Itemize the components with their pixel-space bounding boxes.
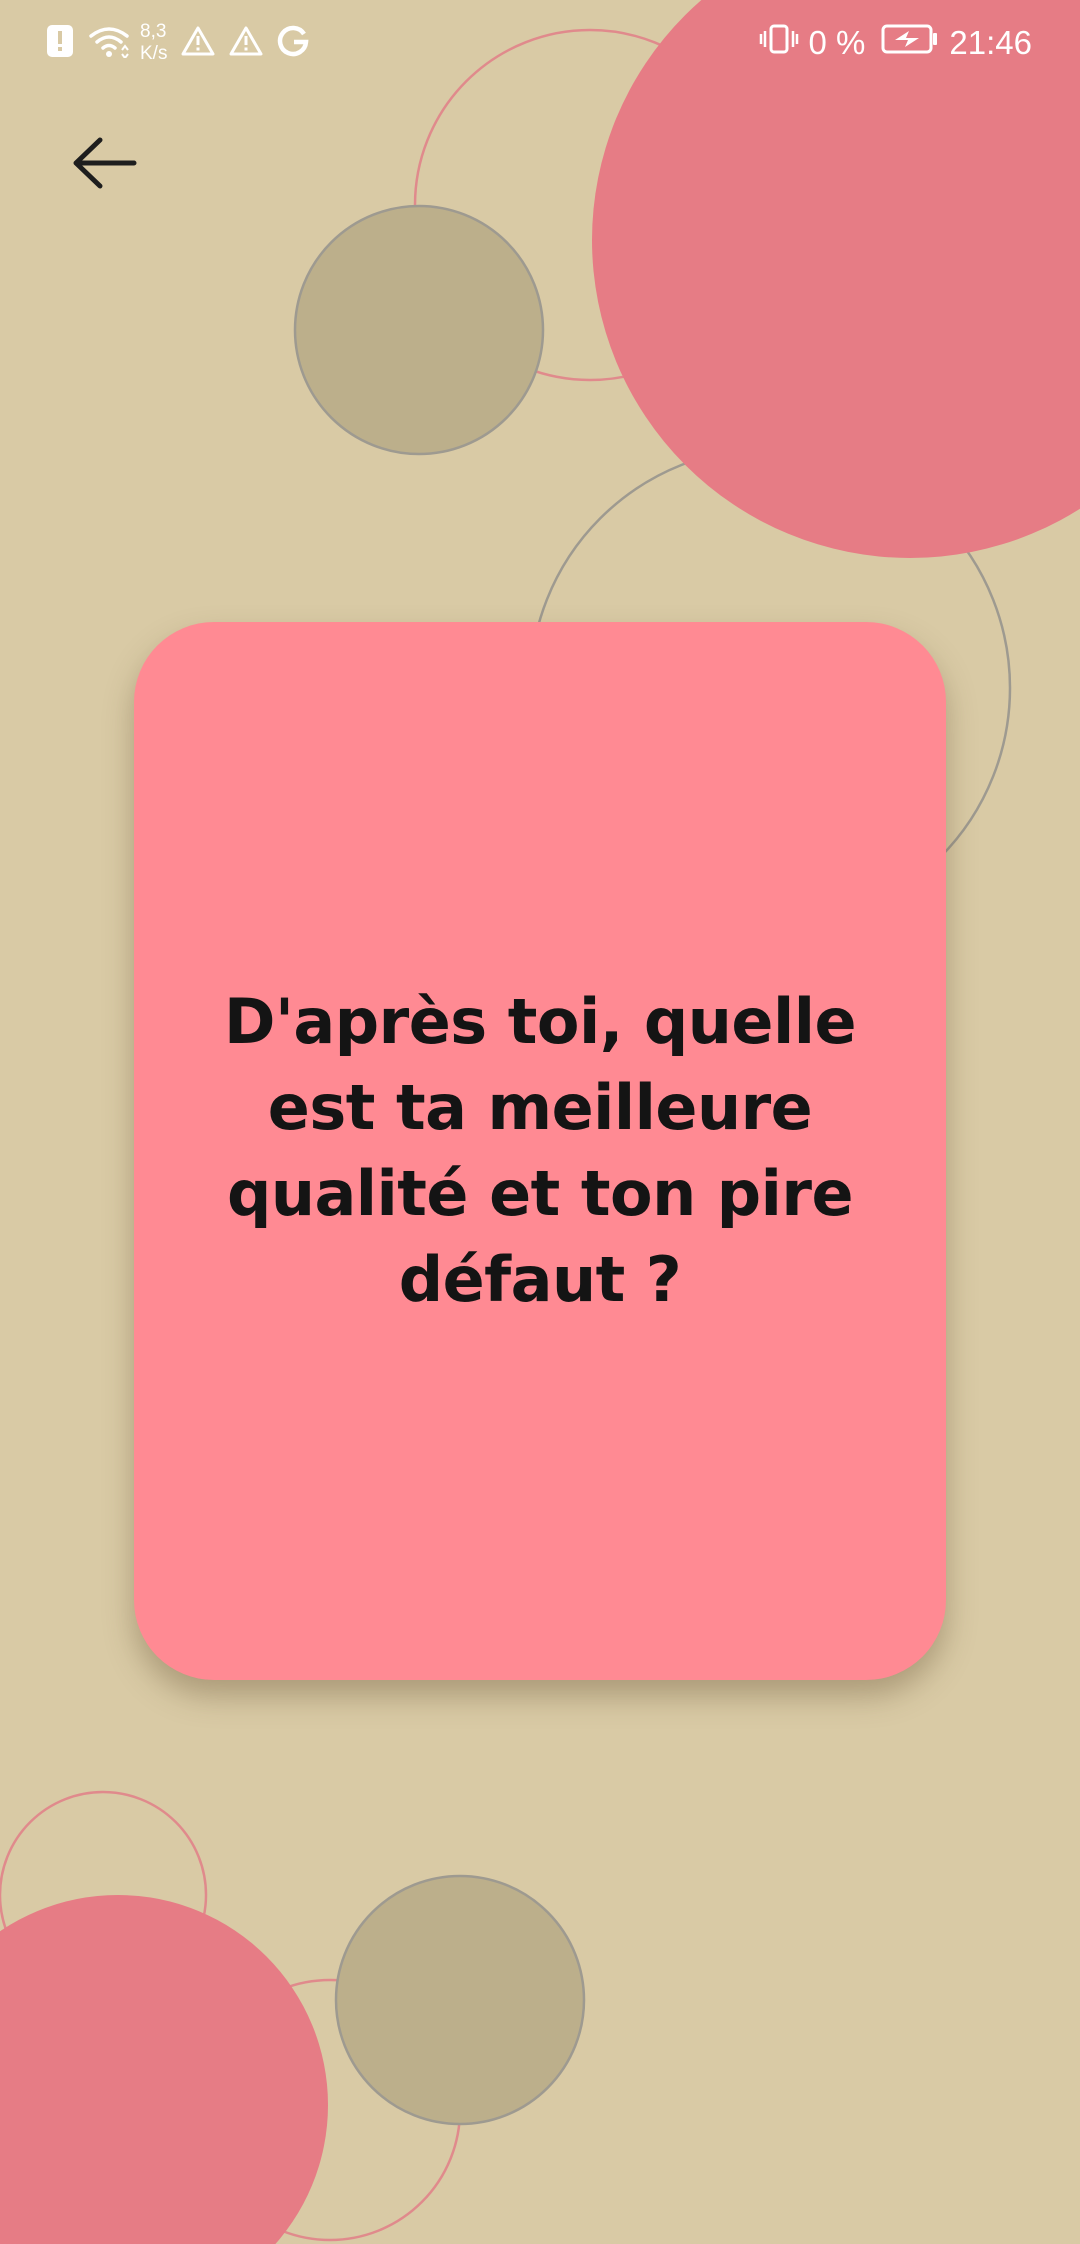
battery-charging-icon xyxy=(881,24,939,62)
back-button[interactable] xyxy=(60,125,150,205)
pink-circle-bottom-left xyxy=(0,1895,328,2244)
status-left-group: 8,3 K/s xyxy=(46,18,309,68)
grey-circle-bottom xyxy=(334,1874,586,2126)
google-icon xyxy=(277,25,309,62)
warning-icon xyxy=(229,25,263,62)
battery-percent: 0 % xyxy=(808,24,866,61)
network-speed-unit: K/s xyxy=(140,43,168,64)
question-card[interactable]: D'après toi, quelle est ta meilleure qua… xyxy=(134,622,946,1680)
alert-icon xyxy=(46,24,74,63)
vibrate-icon xyxy=(759,23,799,63)
status-right-group: 0 % 21:46 xyxy=(759,18,1032,68)
status-bar: 8,3 K/s 0 % 21:46 xyxy=(0,0,1080,90)
question-text: D'après toi, quelle est ta meilleure qua… xyxy=(223,985,857,1316)
network-speed: 8,3 K/s xyxy=(140,21,167,65)
clock: 21:46 xyxy=(949,24,1032,61)
grey-circle-top xyxy=(293,204,545,456)
arrow-left-icon xyxy=(72,137,138,193)
warning-icon xyxy=(181,25,215,62)
wifi-icon xyxy=(88,24,130,63)
network-speed-value: 8,3 xyxy=(140,21,167,42)
